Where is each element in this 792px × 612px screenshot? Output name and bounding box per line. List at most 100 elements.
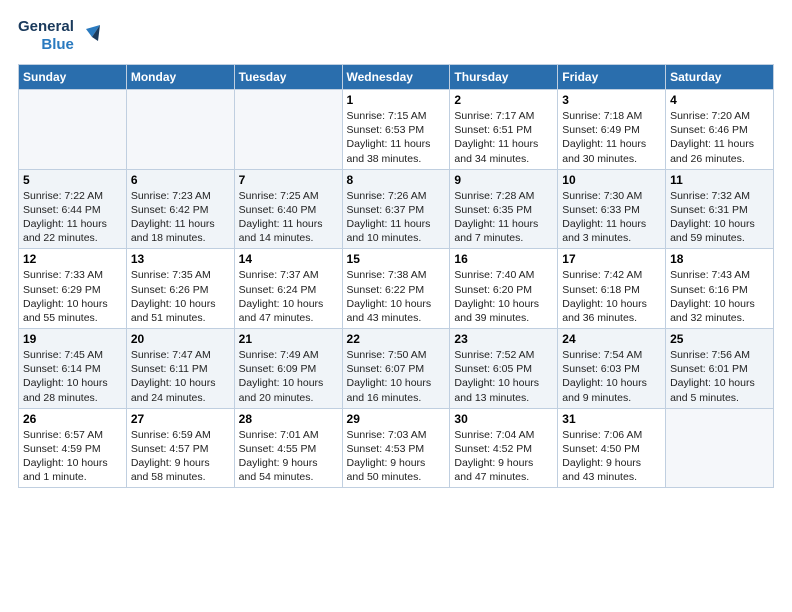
day-info: Sunrise: 7:20 AM Sunset: 6:46 PM Dayligh… — [670, 109, 769, 166]
day-info: Sunrise: 7:52 AM Sunset: 6:05 PM Dayligh… — [454, 348, 553, 405]
weekday-header-sunday: Sunday — [19, 65, 127, 90]
day-number: 29 — [347, 412, 446, 426]
calendar-cell: 22Sunrise: 7:50 AM Sunset: 6:07 PM Dayli… — [342, 329, 450, 409]
weekday-header-thursday: Thursday — [450, 65, 558, 90]
calendar-cell: 5Sunrise: 7:22 AM Sunset: 6:44 PM Daylig… — [19, 169, 127, 249]
calendar-cell: 31 Sunrise: 7:06 AM Sunset: 4:50 PM Dayli… — [558, 408, 666, 488]
day-number: 28 — [239, 412, 338, 426]
day-number: 26 — [23, 412, 122, 426]
day-info: Sunrise: 7:38 AM Sunset: 6:22 PM Dayligh… — [347, 268, 446, 325]
calendar-cell: 13Sunrise: 7:35 AM Sunset: 6:26 PM Dayli… — [126, 249, 234, 329]
calendar-cell: 8Sunrise: 7:26 AM Sunset: 6:37 PM Daylig… — [342, 169, 450, 249]
day-info: Sunrise: 7:04 AM Sunset: 4:52 PM Dayligh… — [454, 428, 553, 485]
weekday-header-tuesday: Tuesday — [234, 65, 342, 90]
logo-bird-icon — [78, 25, 100, 47]
week-row-4: 19Sunrise: 7:45 AM Sunset: 6:14 PM Dayli… — [19, 329, 774, 409]
week-row-1: 1 Sunrise: 7:15 AM Sunset: 6:53 PM Daylig… — [19, 90, 774, 170]
day-number: 14 — [239, 252, 338, 266]
day-info: Sunrise: 7:01 AM Sunset: 4:55 PM Dayligh… — [239, 428, 338, 485]
calendar-cell — [234, 90, 342, 170]
calendar-cell: 15 Sunrise: 7:38 AM Sunset: 6:22 PM Dayli… — [342, 249, 450, 329]
calendar-cell — [666, 408, 774, 488]
calendar-cell: 17 Sunrise: 7:42 AM Sunset: 6:18 PM Dayli… — [558, 249, 666, 329]
day-info: Sunrise: 7:17 AM Sunset: 6:51 PM Dayligh… — [454, 109, 553, 166]
day-info: Sunrise: 7:49 AM Sunset: 6:09 PM Dayligh… — [239, 348, 338, 405]
day-info: Sunrise: 6:59 AM Sunset: 4:57 PM Dayligh… — [131, 428, 230, 485]
day-info: Sunrise: 7:33 AM Sunset: 6:29 PM Dayligh… — [23, 268, 122, 325]
day-info: Sunrise: 7:43 AM Sunset: 6:16 PM Dayligh… — [670, 268, 769, 325]
weekday-header-monday: Monday — [126, 65, 234, 90]
day-info: Sunrise: 7:32 AM Sunset: 6:31 PM Dayligh… — [670, 189, 769, 246]
day-number: 16 — [454, 252, 553, 266]
calendar: SundayMondayTuesdayWednesdayThursdayFrid… — [18, 64, 774, 488]
calendar-cell: 6 Sunrise: 7:23 AM Sunset: 6:42 PM Daylig… — [126, 169, 234, 249]
calendar-cell: 28 Sunrise: 7:01 AM Sunset: 4:55 PM Dayli… — [234, 408, 342, 488]
page: General Blue SundayMondayTuesdayWednesda… — [0, 0, 792, 500]
day-number: 23 — [454, 332, 553, 346]
day-info: Sunrise: 7:42 AM Sunset: 6:18 PM Dayligh… — [562, 268, 661, 325]
calendar-cell: 18 Sunrise: 7:43 AM Sunset: 6:16 PM Dayli… — [666, 249, 774, 329]
weekday-header-wednesday: Wednesday — [342, 65, 450, 90]
day-info: Sunrise: 7:25 AM Sunset: 6:40 PM Dayligh… — [239, 189, 338, 246]
day-number: 13 — [131, 252, 230, 266]
calendar-cell: 30 Sunrise: 7:04 AM Sunset: 4:52 PM Dayli… — [450, 408, 558, 488]
day-number: 17 — [562, 252, 661, 266]
calendar-cell: 25Sunrise: 7:56 AM Sunset: 6:01 PM Dayli… — [666, 329, 774, 409]
day-number: 7 — [239, 173, 338, 187]
calendar-cell: 24Sunrise: 7:54 AM Sunset: 6:03 PM Dayli… — [558, 329, 666, 409]
day-number: 3 — [562, 93, 661, 107]
day-number: 20 — [131, 332, 230, 346]
calendar-cell: 1 Sunrise: 7:15 AM Sunset: 6:53 PM Daylig… — [342, 90, 450, 170]
day-number: 1 — [347, 93, 446, 107]
week-row-3: 12 Sunrise: 7:33 AM Sunset: 6:29 PM Dayli… — [19, 249, 774, 329]
day-number: 31 — [562, 412, 661, 426]
day-number: 21 — [239, 332, 338, 346]
day-number: 4 — [670, 93, 769, 107]
day-number: 25 — [670, 332, 769, 346]
weekday-header-row: SundayMondayTuesdayWednesdayThursdayFrid… — [19, 65, 774, 90]
day-number: 12 — [23, 252, 122, 266]
calendar-cell: 14 Sunrise: 7:37 AM Sunset: 6:24 PM Dayli… — [234, 249, 342, 329]
day-number: 9 — [454, 173, 553, 187]
day-number: 18 — [670, 252, 769, 266]
day-number: 15 — [347, 252, 446, 266]
day-number: 10 — [562, 173, 661, 187]
calendar-cell: 11 Sunrise: 7:32 AM Sunset: 6:31 PM Dayli… — [666, 169, 774, 249]
calendar-cell: 16Sunrise: 7:40 AM Sunset: 6:20 PM Dayli… — [450, 249, 558, 329]
day-info: Sunrise: 7:23 AM Sunset: 6:42 PM Dayligh… — [131, 189, 230, 246]
week-row-2: 5Sunrise: 7:22 AM Sunset: 6:44 PM Daylig… — [19, 169, 774, 249]
day-info: Sunrise: 7:26 AM Sunset: 6:37 PM Dayligh… — [347, 189, 446, 246]
calendar-cell: 4 Sunrise: 7:20 AM Sunset: 6:46 PM Daylig… — [666, 90, 774, 170]
day-info: Sunrise: 7:15 AM Sunset: 6:53 PM Dayligh… — [347, 109, 446, 166]
day-info: Sunrise: 7:30 AM Sunset: 6:33 PM Dayligh… — [562, 189, 661, 246]
calendar-cell: 12 Sunrise: 7:33 AM Sunset: 6:29 PM Dayli… — [19, 249, 127, 329]
day-info: Sunrise: 7:45 AM Sunset: 6:14 PM Dayligh… — [23, 348, 122, 405]
day-number: 2 — [454, 93, 553, 107]
day-info: Sunrise: 6:57 AM Sunset: 4:59 PM Dayligh… — [23, 428, 122, 485]
day-number: 5 — [23, 173, 122, 187]
weekday-header-saturday: Saturday — [666, 65, 774, 90]
calendar-cell: 2 Sunrise: 7:17 AM Sunset: 6:51 PM Daylig… — [450, 90, 558, 170]
calendar-cell — [126, 90, 234, 170]
calendar-cell: 9Sunrise: 7:28 AM Sunset: 6:35 PM Daylig… — [450, 169, 558, 249]
calendar-cell: 10 Sunrise: 7:30 AM Sunset: 6:33 PM Dayli… — [558, 169, 666, 249]
day-info: Sunrise: 7:54 AM Sunset: 6:03 PM Dayligh… — [562, 348, 661, 405]
calendar-cell: 3 Sunrise: 7:18 AM Sunset: 6:49 PM Daylig… — [558, 90, 666, 170]
calendar-cell: 20Sunrise: 7:47 AM Sunset: 6:11 PM Dayli… — [126, 329, 234, 409]
day-number: 30 — [454, 412, 553, 426]
calendar-cell — [19, 90, 127, 170]
week-row-5: 26 Sunrise: 6:57 AM Sunset: 4:59 PM Dayli… — [19, 408, 774, 488]
day-info: Sunrise: 7:37 AM Sunset: 6:24 PM Dayligh… — [239, 268, 338, 325]
logo: General Blue — [18, 18, 100, 54]
day-info: Sunrise: 7:18 AM Sunset: 6:49 PM Dayligh… — [562, 109, 661, 166]
weekday-header-friday: Friday — [558, 65, 666, 90]
calendar-cell: 29Sunrise: 7:03 AM Sunset: 4:53 PM Dayli… — [342, 408, 450, 488]
logo-graphic: General Blue — [18, 18, 100, 54]
day-number: 22 — [347, 332, 446, 346]
header: General Blue — [18, 18, 774, 54]
calendar-cell: 27Sunrise: 6:59 AM Sunset: 4:57 PM Dayli… — [126, 408, 234, 488]
day-number: 11 — [670, 173, 769, 187]
day-info: Sunrise: 7:06 AM Sunset: 4:50 PM Dayligh… — [562, 428, 661, 485]
calendar-cell: 21 Sunrise: 7:49 AM Sunset: 6:09 PM Dayli… — [234, 329, 342, 409]
day-number: 6 — [131, 173, 230, 187]
